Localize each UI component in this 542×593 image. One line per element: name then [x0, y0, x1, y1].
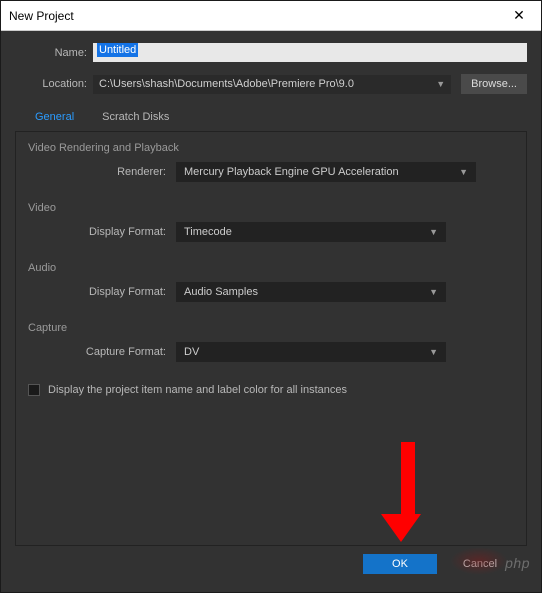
- section-video: Video Display Format: Timecode ▼: [26, 202, 516, 242]
- capture-format-value: DV: [184, 346, 199, 358]
- chevron-down-icon: ▼: [429, 227, 438, 237]
- renderer-value: Mercury Playback Engine GPU Acceleration: [184, 166, 399, 178]
- renderer-label: Renderer:: [26, 166, 176, 178]
- audio-format-dropdown[interactable]: Audio Samples ▼: [176, 282, 446, 302]
- ok-button[interactable]: OK: [363, 554, 437, 574]
- location-row: Location: C:\Users\shash\Documents\Adobe…: [15, 74, 527, 94]
- section-title-video: Video: [26, 202, 516, 214]
- chevron-down-icon: ▼: [429, 287, 438, 297]
- section-title-render: Video Rendering and Playback: [26, 142, 516, 154]
- dialog-footer: OK Cancel: [15, 546, 527, 584]
- display-name-checkbox-row[interactable]: Display the project item name and label …: [16, 382, 526, 398]
- window-title: New Project: [9, 9, 505, 23]
- cancel-button[interactable]: Cancel: [443, 554, 517, 574]
- chevron-down-icon: ▼: [429, 347, 438, 357]
- location-label: Location:: [15, 78, 93, 90]
- new-project-dialog: New Project ✕ Name: Untitled Location: C…: [0, 0, 542, 593]
- chevron-down-icon: ▼: [436, 79, 445, 89]
- section-video-rendering: Video Rendering and Playback Renderer: M…: [26, 142, 516, 182]
- browse-button[interactable]: Browse...: [461, 74, 527, 94]
- video-format-dropdown[interactable]: Timecode ▼: [176, 222, 446, 242]
- chevron-down-icon: ▼: [459, 167, 468, 177]
- location-dropdown[interactable]: C:\Users\shash\Documents\Adobe\Premiere …: [93, 75, 451, 94]
- name-input[interactable]: Untitled: [93, 43, 527, 62]
- audio-format-value: Audio Samples: [184, 286, 258, 298]
- section-audio: Audio Display Format: Audio Samples ▼: [26, 262, 516, 302]
- tab-bar: General Scratch Disks: [15, 106, 527, 132]
- checkbox-label: Display the project item name and label …: [48, 384, 347, 396]
- section-title-audio: Audio: [26, 262, 516, 274]
- name-row: Name: Untitled: [15, 43, 527, 62]
- section-capture: Capture Capture Format: DV ▼: [26, 322, 516, 362]
- capture-format-dropdown[interactable]: DV ▼: [176, 342, 446, 362]
- audio-format-label: Display Format:: [26, 286, 176, 298]
- tab-general[interactable]: General: [21, 106, 88, 131]
- close-icon[interactable]: ✕: [505, 7, 533, 24]
- video-format-label: Display Format:: [26, 226, 176, 238]
- dialog-body: Name: Untitled Location: C:\Users\shash\…: [1, 31, 541, 592]
- name-value: Untitled: [97, 43, 138, 57]
- capture-format-label: Capture Format:: [26, 346, 176, 358]
- general-panel: Video Rendering and Playback Renderer: M…: [15, 132, 527, 546]
- location-value: C:\Users\shash\Documents\Adobe\Premiere …: [99, 78, 354, 90]
- name-label: Name:: [15, 47, 93, 59]
- titlebar: New Project ✕: [1, 1, 541, 31]
- renderer-dropdown[interactable]: Mercury Playback Engine GPU Acceleration…: [176, 162, 476, 182]
- video-format-value: Timecode: [184, 226, 232, 238]
- checkbox-icon[interactable]: [28, 384, 40, 396]
- section-title-capture: Capture: [26, 322, 516, 334]
- tab-scratch-disks[interactable]: Scratch Disks: [88, 106, 183, 131]
